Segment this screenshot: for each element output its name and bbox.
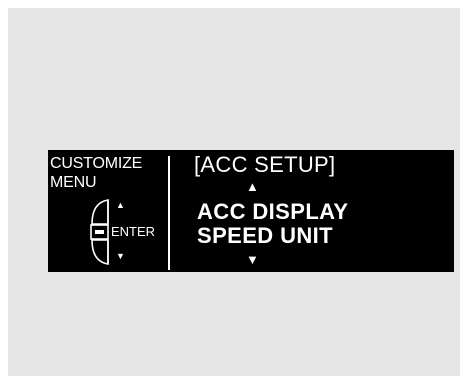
scroll-up-arrow-icon: ▲ <box>246 179 259 194</box>
dial-down-arrow-icon[interactable]: ▼ <box>116 251 125 261</box>
figure-frame: CUSTOMIZE MENU ▲ ENTER ▼ [ACC SETUP] ▲ A… <box>8 8 460 376</box>
screen-title: [ACC SETUP] <box>194 152 336 177</box>
enter-label: ENTER <box>111 224 156 239</box>
menu-title-line-2: MENU <box>50 174 97 191</box>
selector-control[interactable]: ▲ ENTER ▼ <box>88 196 160 268</box>
info-display: CUSTOMIZE MENU ▲ ENTER ▼ [ACC SETUP] ▲ A… <box>48 150 454 272</box>
menu-option-speed-unit[interactable]: SPEED UNIT <box>197 224 333 248</box>
dial-up-arrow-icon[interactable]: ▲ <box>116 200 125 210</box>
menu-title-line-1: CUSTOMIZE <box>50 155 143 172</box>
menu-option-acc-display[interactable]: ACC DISPLAY <box>197 200 349 224</box>
panel-divider <box>168 156 170 270</box>
scroll-down-arrow-icon: ▼ <box>246 252 259 267</box>
customize-menu-title: CUSTOMIZE MENU <box>50 154 142 192</box>
